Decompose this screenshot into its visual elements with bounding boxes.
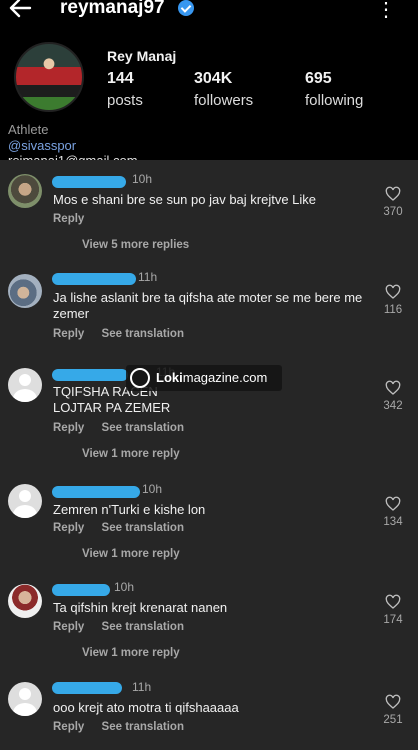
watermark-logo-icon [130,368,150,388]
like-count: 251 [383,714,403,726]
like-count: 134 [383,516,403,528]
reply-button[interactable]: Reply [53,621,84,633]
commenter-username-redacted[interactable] [52,273,136,285]
display-name: Rey Manaj [107,48,177,64]
following-stat[interactable]: 695 following [305,70,363,109]
see-translation-button[interactable]: See translation [102,522,184,534]
followers-stat[interactable]: 304K followers [194,70,253,109]
commenter-avatar[interactable] [8,174,42,208]
comment-text: Mos e shani bre se sun po jav baj krejtv… [53,192,317,207]
like-button[interactable]: 342 [378,380,408,412]
comment-actions: Reply See translation [53,328,184,340]
posts-count: 144 [107,70,134,87]
top-bar: reymanaj97 ⋮ [0,0,418,30]
watermark-suffix: magazine.com [182,370,268,385]
heart-icon [385,380,401,395]
reply-button[interactable]: Reply [53,721,84,733]
like-button[interactable]: 370 [378,186,408,218]
heart-icon [385,496,401,511]
comment-actions: Reply See translation [53,422,184,434]
profile-avatar[interactable] [14,42,84,112]
posts-stat[interactable]: 144 posts [107,70,143,109]
commenter-username-redacted[interactable] [52,486,140,498]
comment-text: Ja lishe aslanit bre ta qifsha ate moter… [53,290,363,321]
heart-icon [385,694,401,709]
like-button[interactable]: 251 [378,694,408,726]
comment-actions: Reply See translation [53,522,184,534]
see-translation-button[interactable]: See translation [102,328,184,340]
verified-badge-icon [178,0,194,16]
commenter-avatar[interactable] [8,274,42,308]
comment-text: ooo krejt ato motra ti qifshaaaaa [53,700,239,715]
view-replies-button[interactable]: View 1 more reply [82,548,180,560]
view-replies-button[interactable]: View 5 more replies [82,239,189,251]
heart-icon [385,594,401,609]
comment-time: 10h [142,482,163,496]
commenter-avatar[interactable] [8,682,42,716]
like-count: 116 [383,304,403,316]
reply-button[interactable]: Reply [53,522,84,534]
comment-actions: Reply See translation [53,721,184,733]
following-label: following [305,92,364,109]
comment-text: Zemren n'Turki e kishe lon [53,502,206,517]
profile-username: reymanaj97 [60,0,165,18]
comment-time: 11h [132,680,152,694]
like-count: 370 [383,206,403,218]
commenter-avatar[interactable] [8,584,42,618]
watermark: Lokimagazine.com [126,365,282,391]
view-replies-button[interactable]: View 1 more reply [82,647,180,659]
like-button[interactable]: 174 [378,594,408,626]
view-replies-button[interactable]: View 1 more reply [82,448,180,460]
comment-time: 10h [132,172,153,186]
commenter-avatar[interactable] [8,484,42,518]
heart-icon [385,186,401,201]
followers-count: 304K [194,70,233,87]
profile-header: reymanaj97 ⋮ Rey Manaj 144 posts 304K fo… [0,0,418,170]
comment-time: 10h [114,580,135,594]
commenter-username-redacted[interactable] [52,682,122,694]
see-translation-button[interactable]: See translation [102,621,184,633]
like-button[interactable]: 134 [378,496,408,528]
reply-button[interactable]: Reply [53,422,84,434]
back-arrow-icon[interactable] [6,0,36,26]
commenter-username-redacted[interactable] [52,176,126,188]
heart-icon [385,284,401,299]
see-translation-button[interactable]: See translation [102,721,184,733]
watermark-text: Lokimagazine.com [156,370,267,385]
comment-text: Ta qifshin krejt krenarat nanen [53,600,228,615]
reply-button[interactable]: Reply [53,213,84,225]
followers-label: followers [194,92,254,109]
commenter-avatar[interactable] [8,368,42,402]
see-translation-button[interactable]: See translation [102,422,184,434]
profile-linked-handle[interactable]: @sivasspor [8,138,76,153]
like-count: 174 [383,614,403,626]
comment-actions: Reply [53,213,84,225]
more-options-icon[interactable]: ⋮ [376,0,396,22]
commenter-username-redacted[interactable] [52,584,110,596]
following-count: 695 [305,70,332,87]
like-button[interactable]: 116 [378,284,408,316]
watermark-brand: Loki [156,370,183,385]
comments-sheet: 10h Mos e shani bre se sun po jav baj kr… [0,160,418,750]
comment-actions: Reply See translation [53,621,184,633]
profile-category: Athlete [8,122,49,137]
reply-button[interactable]: Reply [53,328,84,340]
commenter-username-redacted[interactable] [52,369,128,381]
like-count: 342 [383,400,403,412]
posts-label: posts [107,92,143,109]
comment-time: 11h [138,270,158,284]
